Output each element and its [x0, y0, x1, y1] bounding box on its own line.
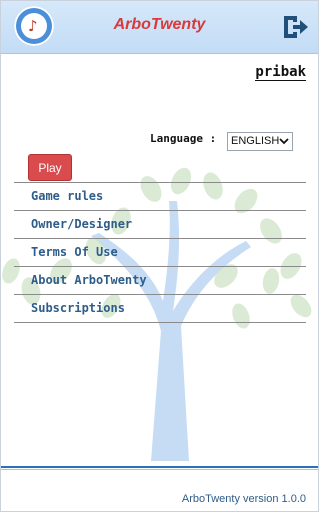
footer-divider — [1, 466, 318, 468]
menu-divider — [14, 322, 306, 323]
version-label: ArboTwenty version 1.0.0 — [181, 493, 306, 505]
play-button[interactable]: Play — [28, 154, 72, 181]
language-selected-value: ENGLISH — [231, 135, 280, 147]
menu-item-about[interactable]: About ArboTwenty — [14, 266, 306, 294]
menu-item-subscriptions[interactable]: Subscriptions — [14, 294, 306, 322]
menu-item-owner-designer[interactable]: Owner/Designer — [14, 210, 306, 238]
main-menu: Game rules Owner/Designer Terms Of Use A… — [14, 182, 306, 323]
logout-icon[interactable] — [281, 13, 309, 41]
app-frame: ♪ ArboTwenty pribak Language : ENGLISH P… — [0, 0, 319, 512]
menu-item-terms-of-use[interactable]: Terms Of Use — [14, 238, 306, 266]
app-header: ♪ ArboTwenty — [1, 1, 318, 54]
menu-item-game-rules[interactable]: Game rules — [14, 182, 306, 210]
footer-divider-light — [1, 469, 318, 470]
app-title: ArboTwenty — [113, 16, 206, 33]
language-select[interactable]: ENGLISH — [227, 132, 293, 151]
username-label: pribak — [255, 64, 306, 81]
chevron-down-icon — [279, 138, 289, 145]
language-label: Language : — [150, 132, 217, 145]
